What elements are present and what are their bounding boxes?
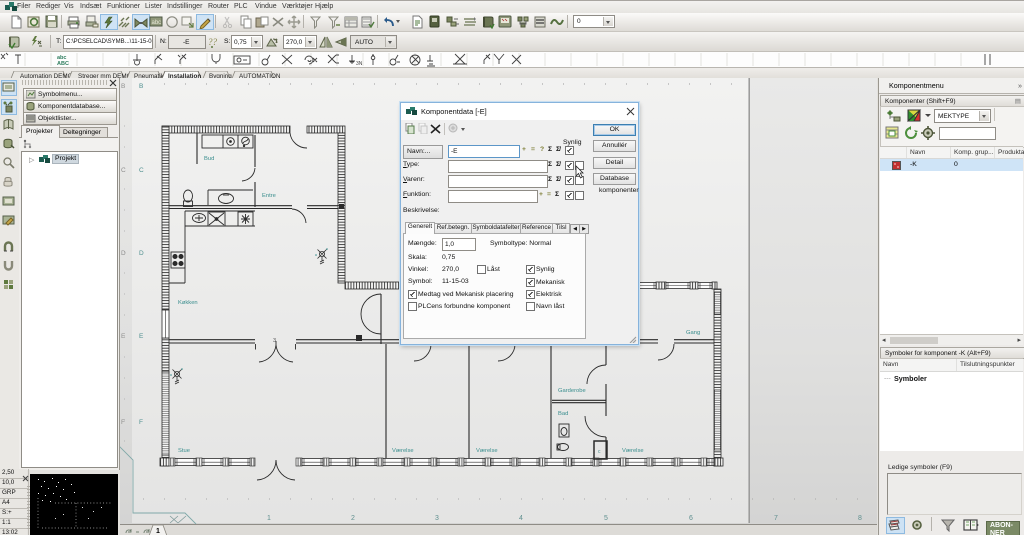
svg-text:abc: abc [152,20,162,26]
svg-text:Værelse: Værelse [622,448,644,454]
svg-text:F: F [121,419,125,426]
svg-text:Entre: Entre [262,193,276,199]
svg-text:4: 4 [519,515,523,522]
svg-text:5: 5 [604,515,608,522]
svg-text:F: F [139,419,143,426]
svg-text:Stue: Stue [178,448,190,454]
svg-text:ABC: ABC [57,61,69,67]
svg-text:??: ?? [208,37,218,47]
svg-text:C: C [121,167,126,174]
svg-text:Garderobe: Garderobe [558,388,586,394]
svg-text:3: 3 [435,515,439,522]
svg-text:1: 1 [267,515,271,522]
svg-text:Værelse: Værelse [476,448,498,454]
svg-text:E: E [121,333,126,340]
svg-text:C: C [139,167,144,174]
svg-text:Værelse: Værelse [392,448,414,454]
svg-text:B: B [121,83,125,90]
svg-text:2: 2 [351,515,355,522]
svg-text:8: 8 [858,515,862,522]
svg-text:3: 3 [273,338,276,344]
svg-text:1: 1 [156,528,160,535]
svg-text:Bud: Bud [204,156,214,162]
svg-text:3N: 3N [356,61,363,67]
svg-text:D: D [121,250,126,257]
svg-text:B: B [139,83,143,90]
svg-text:E: E [139,333,144,340]
svg-text:c: c [598,449,601,455]
svg-text:6: 6 [689,515,693,522]
svg-text:7: 7 [774,515,778,522]
svg-text:Køkken: Køkken [178,300,198,306]
svg-text:D: D [139,250,144,257]
svg-text:Bad: Bad [558,411,568,417]
svg-text:Gang: Gang [686,330,700,336]
